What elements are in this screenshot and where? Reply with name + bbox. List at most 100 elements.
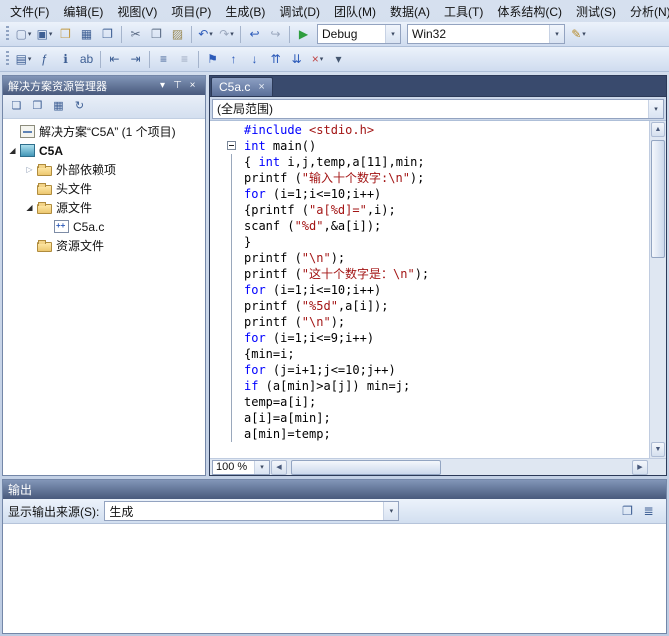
redo-icon[interactable]: ↷▾ [216,24,237,45]
tree-expander-expanded-icon[interactable]: ◢ [6,146,19,155]
platform-value: Win32 [408,27,549,41]
tab-label: C5a.c [219,80,250,94]
tree-item[interactable]: 头文件 [3,179,205,198]
horizontal-scroll-track[interactable] [289,460,630,475]
save-icon[interactable]: ▦ [76,24,97,45]
find-in-files-icon[interactable]: ✎▾ [568,24,589,45]
code-lines[interactable]: #include <stdio.h>int main(){ int i,j,te… [210,121,649,458]
code-line: for (i=1;i<=10;i++) [210,282,649,298]
chevron-down-icon[interactable]: ▾ [254,461,269,474]
toolbar-grip[interactable] [6,51,9,67]
menu-item[interactable]: 生成(B) [218,0,272,23]
previous-bookmark-in-folder-icon[interactable]: ⇈ [265,49,286,70]
vertical-scroll-track[interactable] [651,138,665,441]
previous-bookmark-icon[interactable]: ↑ [223,49,244,70]
menu-item[interactable]: 编辑(E) [56,0,110,23]
window-position-icon[interactable]: ▾ [155,78,170,93]
menu-item[interactable]: 视图(V) [110,0,164,23]
tree-item[interactable]: 资源文件 [3,236,205,255]
debug-configuration-combo[interactable]: Debug ▾ [317,24,401,44]
view-class-diagram-icon[interactable]: ▦ [48,96,69,117]
menu-item[interactable]: 数据(A) [383,0,437,23]
open-file-icon[interactable]: ❒ [55,24,76,45]
code-line: if (a[min]>a[j]) min=j; [210,378,649,394]
comment-lines-icon[interactable]: ≡ [153,49,174,70]
output-content[interactable] [3,524,666,633]
paste-icon[interactable]: ▨ [167,24,188,45]
tab-close-icon[interactable]: × [258,81,264,93]
menu-item[interactable]: 体系结构(C) [490,0,569,23]
platform-combo[interactable]: Win32 ▾ [407,24,565,44]
solution-explorer-header[interactable]: 解决方案资源管理器 ▾⊤× [3,76,205,95]
menu-item[interactable]: 项目(P) [164,0,218,23]
properties-icon[interactable]: ❏ [6,96,27,117]
add-item-icon[interactable]: ▣▾ [34,24,55,45]
output-source-combo[interactable]: 生成 ▾ [104,501,399,521]
horizontal-scroll-thumb[interactable] [291,460,441,475]
code-line: temp=a[i]; [210,394,649,410]
close-icon[interactable]: × [185,78,200,93]
word-completion-icon[interactable]: ab [76,49,97,70]
navigate-forward-icon[interactable]: ↪ [265,24,286,45]
toolbar-separator [289,26,290,43]
find-message-icon[interactable]: ❐ [617,501,638,522]
new-project-icon[interactable]: ▢▾ [13,24,34,45]
menu-item[interactable]: 测试(S) [569,0,623,23]
scrollbar-corner [649,460,666,475]
save-all-icon[interactable]: ❐ [97,24,118,45]
chevron-down-icon[interactable]: ▾ [383,502,398,520]
scope-combo[interactable]: (全局范围) ▾ [212,99,664,119]
menu-item[interactable]: 工具(T) [437,0,490,23]
clear-bookmarks-icon[interactable]: ×▾ [307,49,328,70]
tree-item[interactable]: ◢C5A [3,141,205,160]
tree-item[interactable]: C5a.c [3,217,205,236]
chevron-down-icon[interactable]: ▾ [385,25,400,43]
scroll-up-icon[interactable]: ▲ [651,122,665,137]
start-debugging-icon[interactable]: ▶ [293,24,314,45]
tree-item[interactable]: 解决方案“C5A” (1 个项目) [3,122,205,141]
scroll-left-icon[interactable]: ◀ [271,460,287,475]
auto-hide-pin-icon[interactable]: ⊤ [170,78,185,93]
tab-c5a-c[interactable]: C5a.c × [211,77,273,96]
next-bookmark-icon[interactable]: ↓ [244,49,265,70]
dropdown-arrow-icon: ▾ [230,30,234,38]
menu-item[interactable]: 文件(F) [3,0,56,23]
vertical-scroll-thumb[interactable] [651,140,665,258]
toggle-bookmark-icon[interactable]: ⚑ [202,49,223,70]
vertical-scrollbar[interactable]: ▲ ▼ [649,121,666,458]
code-token: (a[min]>a[j]) min=j; [258,378,410,394]
increase-indent-icon[interactable]: ⇥ [125,49,146,70]
toolbar-overflow-icon[interactable]: ▾ [328,49,349,70]
chevron-down-icon[interactable]: ▾ [648,100,663,118]
clear-all-icon[interactable]: ≣ [638,501,659,522]
tree-expander-collapsed-icon[interactable]: ▷ [23,165,36,174]
tree-item[interactable]: ◢源文件 [3,198,205,217]
decrease-indent-icon[interactable]: ⇤ [104,49,125,70]
copy-icon[interactable]: ❐ [146,24,167,45]
show-all-files-icon[interactable]: ❐ [27,96,48,117]
zoom-combo[interactable]: 100 % ▾ [212,460,270,475]
refresh-icon[interactable]: ↻ [69,96,90,117]
display-member-list-icon[interactable]: ▤▾ [13,49,34,70]
refresh-icon: ↻ [75,101,84,112]
menu-item[interactable]: 团队(M) [327,0,383,23]
output-header[interactable]: 输出 [3,480,666,499]
navigate-backward-icon[interactable]: ↩ [244,24,265,45]
main-toolbar-icons: ▢▾▣▾❒▦❐✂❐▨↶▾↷▾↩↪▶ [13,24,314,45]
next-bookmark-in-folder-icon[interactable]: ⇊ [286,49,307,70]
parameter-info-icon[interactable]: ƒ [34,49,55,70]
scroll-down-icon[interactable]: ▼ [651,442,665,457]
menu-item[interactable]: 分析(N) [623,0,669,23]
undo-icon[interactable]: ↶▾ [195,24,216,45]
fold-collapse-icon[interactable] [227,141,236,150]
chevron-down-icon[interactable]: ▾ [549,25,564,43]
dropdown-arrow-icon: ▾ [209,30,213,38]
toolbar-grip[interactable] [6,26,9,42]
tree-expander-expanded-icon[interactable]: ◢ [23,203,36,212]
menu-item[interactable]: 调试(D) [272,0,327,23]
uncomment-lines-icon[interactable]: ≡ [174,49,195,70]
tree-item[interactable]: ▷外部依赖项 [3,160,205,179]
quick-info-icon[interactable]: ℹ [55,49,76,70]
cut-icon[interactable]: ✂ [125,24,146,45]
scroll-right-icon[interactable]: ▶ [632,460,648,475]
